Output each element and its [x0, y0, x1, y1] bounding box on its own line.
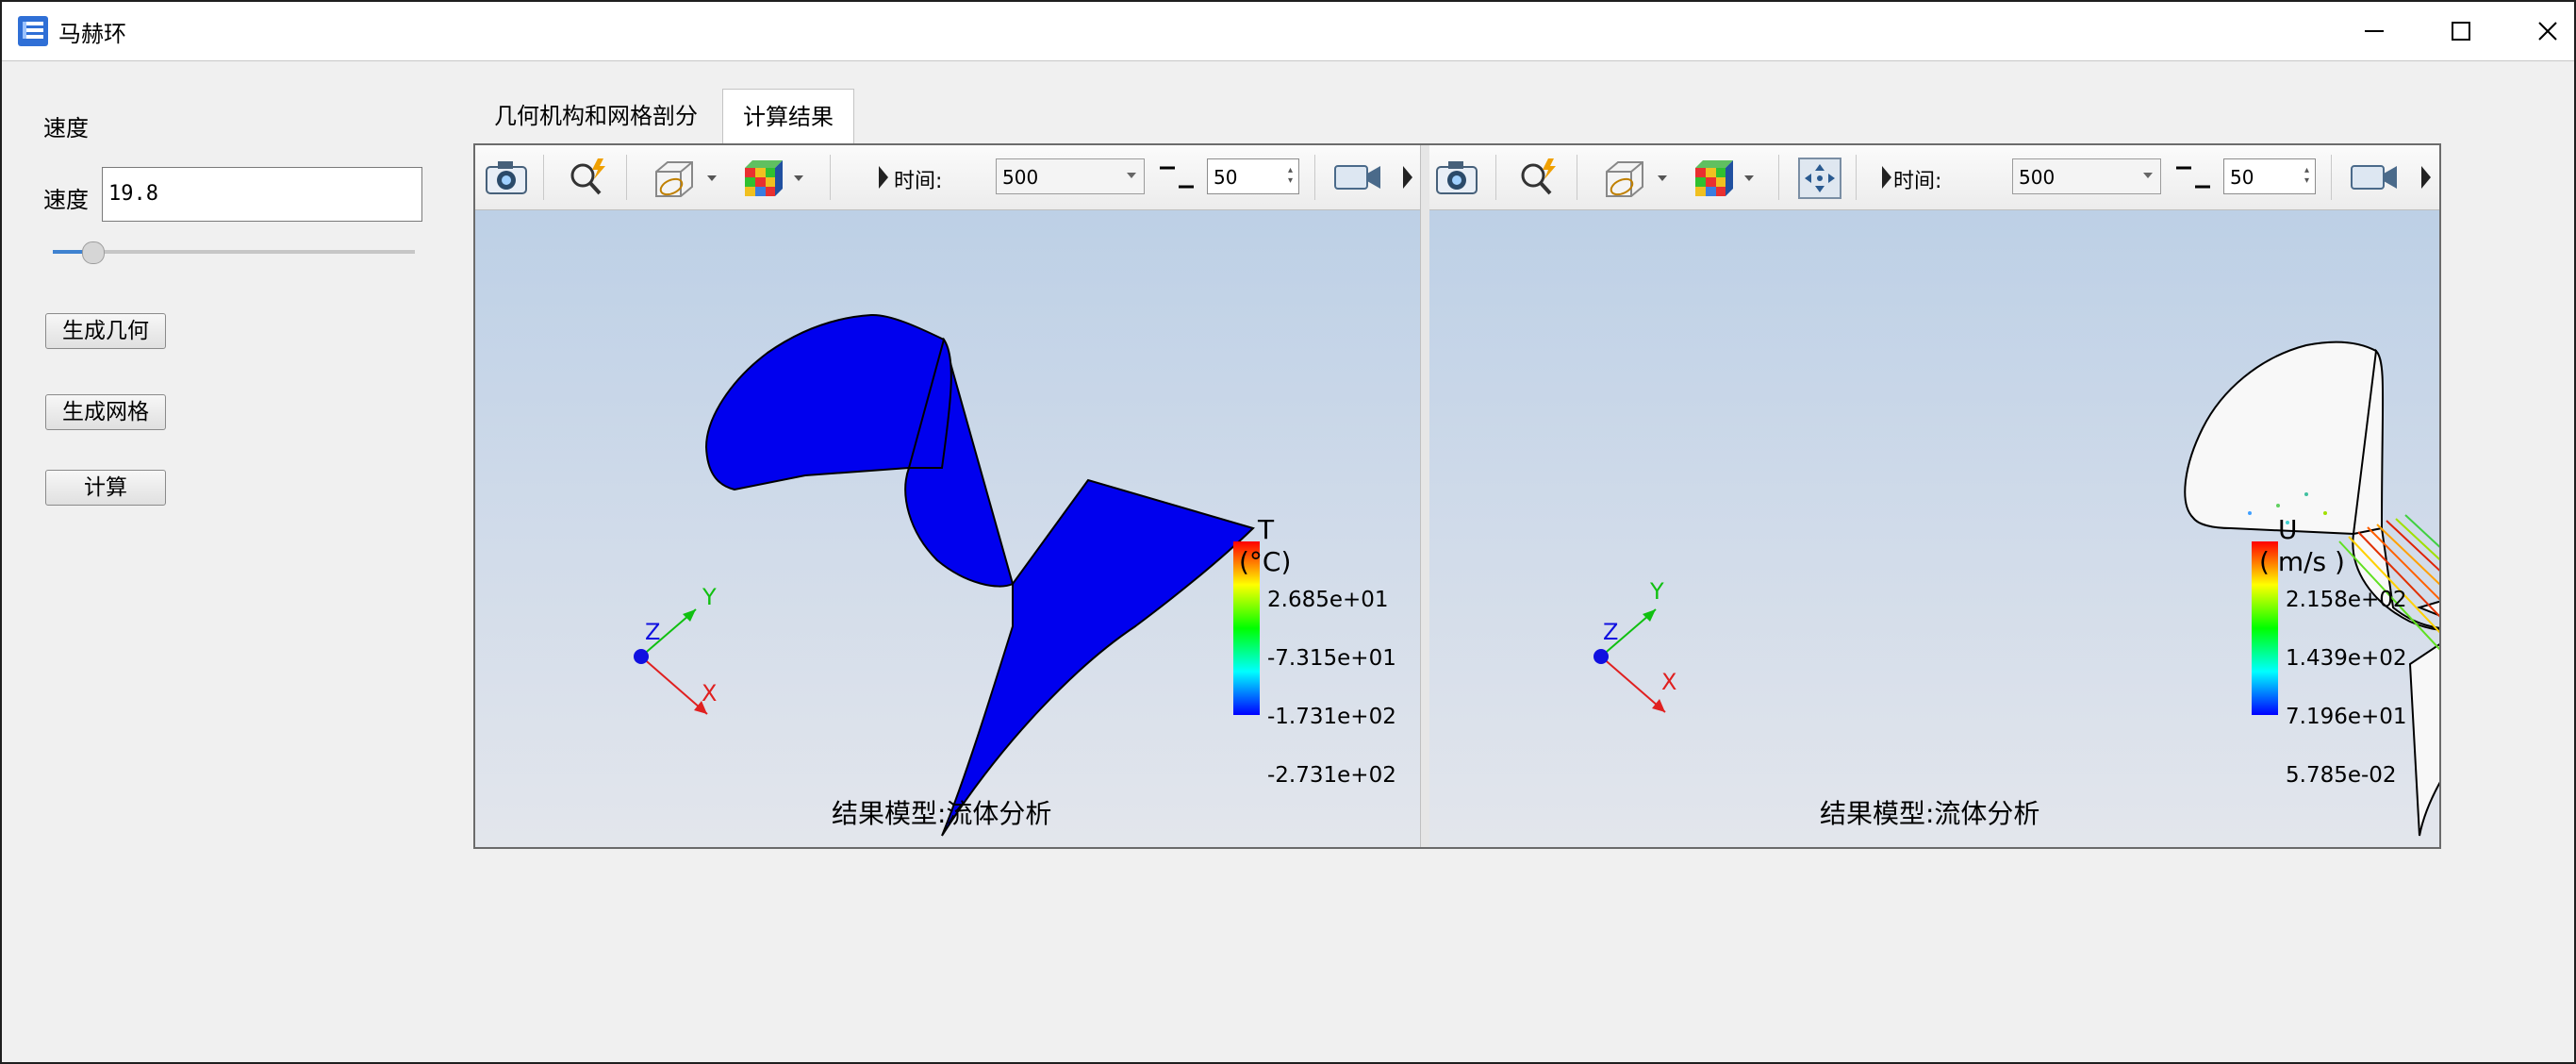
toolbar-grip-icon: [1882, 166, 1891, 189]
display-mode-icon[interactable]: [1601, 157, 1671, 200]
step-icon: [1160, 166, 1194, 189]
axis-triad: Y Z X: [634, 584, 717, 715]
minimize-icon: [2365, 30, 2384, 32]
toolbar-separator: [1314, 155, 1315, 200]
render-canvas[interactable]: Y Z X T (°C) 2.685e+01 -7.315e+01 -1.731…: [475, 210, 1420, 847]
color-cube-icon[interactable]: [741, 157, 807, 200]
legend-unit: (°C): [1239, 546, 1292, 577]
legend-value-2: -1.731e+02: [1267, 705, 1396, 729]
toolbar-separator: [1495, 155, 1496, 200]
axis-triad: Y Z X: [1593, 578, 1676, 713]
display-mode-icon[interactable]: [651, 157, 720, 200]
axis-z-label: Z: [1603, 619, 1618, 645]
legend-value-0: 2.158e+02: [2286, 588, 2407, 612]
view-toolbar: 时间: 500 50 ▴ ▾: [1429, 145, 2439, 210]
toolbar-separator: [543, 155, 544, 200]
time-select[interactable]: 500: [2012, 158, 2161, 194]
speed-slider-thumb[interactable]: [82, 241, 106, 264]
time-select-value: 500: [2019, 166, 2056, 189]
chevron-down-icon: [2143, 173, 2153, 178]
legend-title: U: [2278, 514, 2298, 545]
time-select-value: 500: [1002, 166, 1039, 189]
legend-value-3: 5.785e-02: [2286, 763, 2397, 788]
camera-icon[interactable]: [485, 158, 528, 196]
time-select[interactable]: 500: [996, 158, 1145, 194]
time-label: 时间:: [894, 170, 943, 193]
legend-unit: ( m/s ): [2259, 546, 2345, 577]
close-button[interactable]: [2504, 2, 2576, 60]
app-icon: [18, 16, 48, 46]
legend-value-1: -7.315e+01: [1267, 646, 1396, 671]
legend-title: T: [1258, 514, 1275, 545]
step-icon: [2176, 166, 2210, 189]
axis-y-label: Y: [702, 584, 717, 610]
speed-slider[interactable]: [53, 241, 415, 264]
spin-arrows-icon: ▴ ▾: [2304, 165, 2309, 186]
toolbar-separator: [626, 155, 627, 200]
legend-value-2: 7.196e+01: [2286, 705, 2407, 729]
zoom-fit-icon[interactable]: [566, 157, 609, 198]
legend-value-1: 1.439e+02: [2286, 646, 2407, 671]
main-window: 马赫环 速度 速度 19.8 生成几何 生成网格 计算 几何机构和网格剖分 计算…: [0, 0, 2576, 1064]
legend-value-3: -2.731e+02: [1267, 763, 1396, 788]
record-video-icon[interactable]: [2350, 160, 2399, 194]
maximize-button[interactable]: [2418, 2, 2504, 60]
toolbar-separator: [2331, 155, 2332, 200]
view-toolbar: 时间: 500 50 ▴ ▾: [475, 145, 1420, 210]
axis-y-label: Y: [1649, 578, 1664, 605]
window-title: 马赫环: [58, 21, 126, 47]
step-spinbox[interactable]: 50 ▴ ▾: [1207, 158, 1299, 194]
toolbar-separator: [830, 155, 831, 200]
toolbar-separator: [1778, 155, 1779, 200]
tab-geometry-mesh[interactable]: 几何机构和网格剖分: [483, 89, 709, 143]
legend-value-0: 2.685e+01: [1267, 588, 1389, 612]
step-value: 50: [1214, 166, 1238, 189]
record-video-icon[interactable]: [1333, 160, 1382, 194]
render-canvas[interactable]: Y Z X U ( m/s ) 2.158e+02 1.439e+02 7.19…: [1429, 210, 2439, 847]
generate-mesh-button[interactable]: 生成网格: [45, 394, 166, 430]
color-cube-icon[interactable]: [1692, 157, 1758, 200]
minimize-button[interactable]: [2331, 2, 2418, 60]
maximize-icon: [2452, 22, 2470, 41]
speed-field-label: 速度: [43, 187, 89, 213]
step-spinbox[interactable]: 50 ▴ ▾: [2223, 158, 2316, 194]
view-temperature: 时间: 500 50 ▴ ▾ Y Z X T (°C) 2.685e+01 -7…: [475, 145, 1420, 847]
axis-z-label: Z: [645, 619, 660, 645]
pan-icon[interactable]: [1797, 157, 1842, 200]
view-velocity: 时间: 500 50 ▴ ▾ Y Z X U (m/s) 2.158e+02…: [1429, 145, 2439, 847]
geometry-shape: [704, 313, 1255, 837]
close-icon: [2538, 22, 2557, 41]
step-value: 50: [2230, 166, 2254, 189]
generate-geometry-button[interactable]: 生成几何: [45, 313, 166, 349]
result-caption: 结果模型:流体分析: [832, 798, 1052, 829]
zoom-fit-icon[interactable]: [1516, 157, 1560, 198]
spin-arrows-icon: ▴ ▾: [1287, 165, 1293, 186]
toolbar-grip-icon: [2421, 166, 2431, 189]
compute-button[interactable]: 计算: [45, 470, 166, 506]
result-caption: 结果模型:流体分析: [1820, 798, 2040, 829]
results-views: 时间: 500 50 ▴ ▾ Y Z X T (°C) 2.685e+01 -7…: [473, 143, 2441, 849]
toolbar-separator: [1856, 155, 1857, 200]
camera-icon[interactable]: [1435, 158, 1478, 196]
chevron-down-icon: [1127, 173, 1136, 178]
toolbar-grip-icon: [1403, 166, 1412, 189]
tab-results[interactable]: 计算结果: [722, 89, 854, 143]
axis-x-label: X: [702, 680, 717, 707]
title-bar: 马赫环: [2, 2, 2574, 61]
time-label: 时间:: [1893, 170, 1942, 193]
axis-x-label: X: [1661, 669, 1676, 695]
toolbar-grip-icon: [879, 166, 888, 189]
speed-input[interactable]: 19.8: [102, 167, 422, 222]
section-label-speed: 速度: [43, 115, 89, 141]
